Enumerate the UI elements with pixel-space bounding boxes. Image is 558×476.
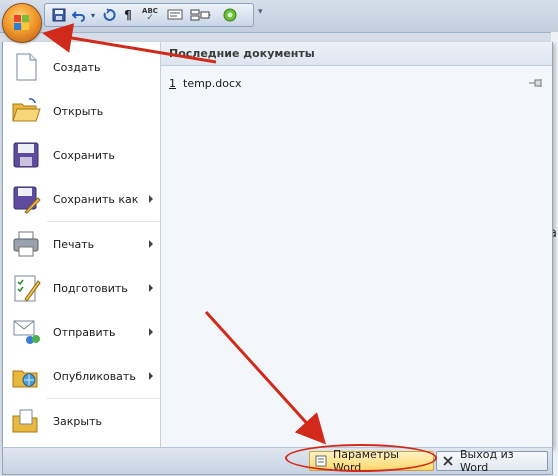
save-disk-icon — [11, 140, 41, 170]
office-menu: Создать Открыть Сохранить Сохранить как — [2, 42, 553, 448]
layout-icon[interactable] — [189, 7, 213, 23]
word-options-label: Параметры Word — [333, 448, 399, 474]
command-list: Создать Открыть Сохранить Сохранить как — [3, 42, 161, 447]
format-icon[interactable] — [165, 7, 185, 23]
quick-access-toolbar: ▾ ¶ ABC ✓ ▾ — [0, 0, 558, 33]
office-logo-icon — [14, 15, 30, 31]
word-options-button[interactable]: Параметры Word — [309, 448, 434, 474]
menu-item-label: Сохранить — [53, 148, 115, 162]
options-icon — [315, 455, 327, 467]
publish-icon — [11, 361, 41, 391]
close-folder-icon — [11, 406, 41, 436]
undo-icon[interactable] — [71, 7, 87, 23]
check-mark-icon: ✓ — [146, 13, 154, 23]
printer-icon — [11, 229, 41, 259]
pilcrow-icon[interactable]: ¶ — [121, 7, 135, 23]
menu-item-label: Подготовить — [53, 281, 128, 295]
menu-item-print[interactable]: Печать — [3, 222, 160, 266]
send-icon — [11, 317, 41, 347]
menu-item-label: Опубликовать — [53, 369, 136, 383]
exit-word-button[interactable]: Выход из Word — [436, 448, 548, 474]
recent-document-item[interactable]: 1 temp.docx — [169, 74, 547, 92]
menu-item-label: Закрыть — [53, 414, 102, 428]
recent-documents-header: Последние документы — [161, 42, 552, 66]
menu-item-publish[interactable]: Опубликовать — [3, 354, 160, 398]
menu-bottom-bar: Параметры Word Выход из Word — [2, 447, 553, 475]
menu-item-label: Открыть — [53, 104, 104, 118]
green-circle-icon[interactable] — [221, 7, 239, 23]
save-icon[interactable] — [51, 7, 67, 23]
submenu-arrow-icon — [149, 284, 153, 292]
pin-icon[interactable] — [529, 78, 543, 88]
submenu-arrow-icon — [149, 328, 153, 336]
menu-item-open[interactable]: Открыть — [3, 89, 160, 133]
menu-item-new[interactable]: Создать — [3, 45, 160, 89]
open-folder-icon — [11, 96, 41, 126]
submenu-arrow-icon — [149, 240, 153, 248]
submenu-arrow-icon — [149, 195, 153, 203]
menu-item-prepare[interactable]: Подготовить — [3, 266, 160, 310]
spellcheck-icon[interactable]: ABC ✓ — [139, 7, 161, 23]
recent-documents-panel: Последние документы 1 temp.docx — [161, 42, 552, 447]
prepare-icon — [11, 273, 41, 303]
save-as-icon — [11, 184, 41, 214]
dropdown-arrow-icon[interactable]: ▾ — [89, 7, 97, 23]
qat-strip: ▾ ¶ ABC ✓ — [44, 3, 254, 27]
menu-item-send[interactable]: Отправить — [3, 310, 160, 354]
menu-item-label: Сохранить как — [53, 192, 139, 206]
new-document-icon — [11, 52, 41, 82]
close-icon — [442, 455, 454, 467]
menu-item-label: Создать — [53, 60, 101, 74]
customize-dropdown-icon[interactable]: ▾ — [258, 7, 263, 17]
menu-item-label: Отправить — [53, 325, 116, 339]
menu-item-label: Печать — [53, 237, 95, 251]
menu-item-close[interactable]: Закрыть — [3, 399, 160, 443]
recent-document-name: temp.docx — [183, 76, 242, 90]
redo-icon[interactable] — [101, 7, 117, 23]
recent-document-number: 1 — [169, 76, 176, 90]
submenu-arrow-icon — [149, 372, 153, 380]
exit-word-label: Выход из Word — [460, 448, 514, 474]
menu-item-save[interactable]: Сохранить — [3, 133, 160, 177]
menu-item-save-as[interactable]: Сохранить как — [3, 177, 160, 221]
office-button[interactable] — [3, 4, 41, 42]
